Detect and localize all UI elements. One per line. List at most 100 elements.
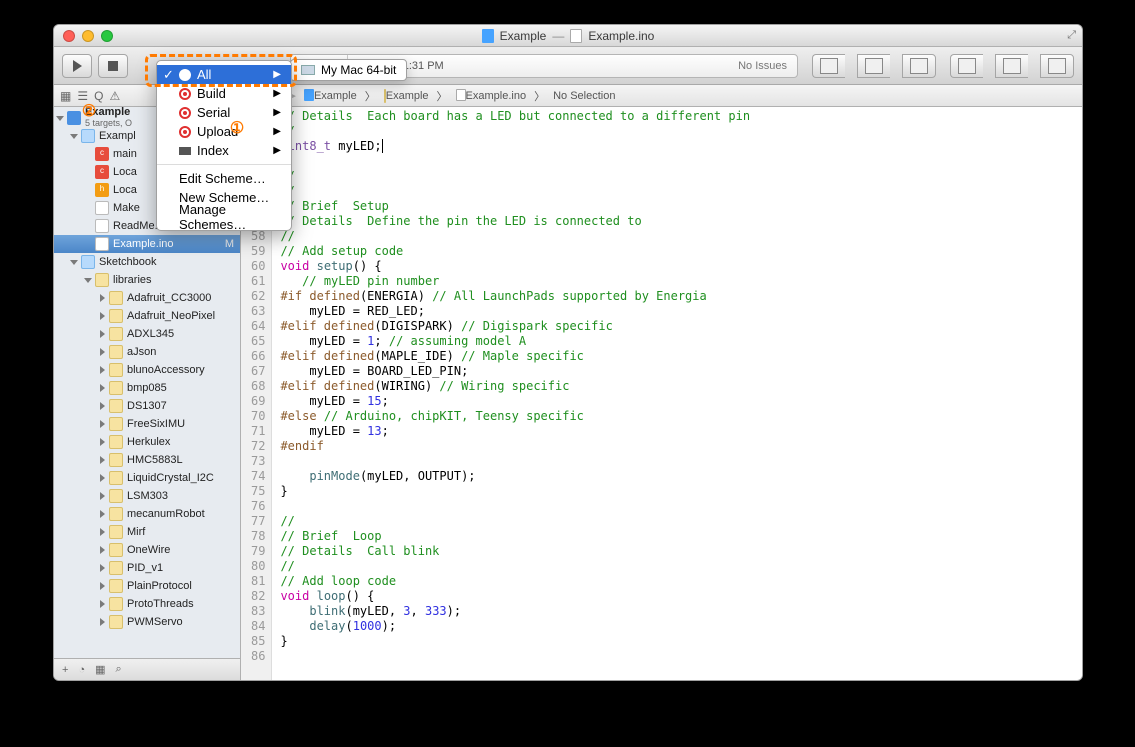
tree-label: Sketchbook: [99, 256, 156, 268]
symbol-navigator-icon[interactable]: ☰: [77, 89, 88, 103]
disclosure-icon[interactable]: [100, 564, 105, 572]
tree-row[interactable]: FreeSixIMU: [54, 415, 240, 433]
editor-area: ◀ ▶ Example 〉 Example 〉 Example.ino 〉 No…: [241, 85, 1082, 680]
tree-row[interactable]: PlainProtocol: [54, 577, 240, 595]
file-icon: [109, 525, 123, 539]
scheme-menu[interactable]: ✓All▶Build▶Serial▶Upload▶Index▶ Edit Sche…: [156, 60, 292, 231]
window: Example — Example.ino ⤢ ceeded Today at …: [53, 24, 1083, 681]
tree-row[interactable]: PID_v1: [54, 559, 240, 577]
destination-popover[interactable]: My Mac 64-bit: [290, 59, 407, 81]
disclosure-icon[interactable]: [100, 456, 105, 464]
disclosure-icon[interactable]: [100, 312, 105, 320]
scm-status: M: [225, 238, 234, 250]
tree-row[interactable]: bmp085: [54, 379, 240, 397]
disclosure-icon[interactable]: [100, 294, 105, 302]
tree-row[interactable]: LiquidCrystal_I2C: [54, 469, 240, 487]
menu-item-upload[interactable]: Upload▶: [157, 122, 291, 141]
crumb-selection[interactable]: No Selection: [553, 90, 615, 102]
close-icon[interactable]: [63, 30, 75, 42]
disclosure-icon[interactable]: [100, 510, 105, 518]
menu-item-edit-scheme-[interactable]: Edit Scheme…: [157, 169, 291, 188]
tree-label: aJson: [127, 346, 156, 358]
tree-label: Adafruit_NeoPixel: [127, 310, 215, 322]
tree-label: LSM303: [127, 490, 168, 502]
version-editor-button[interactable]: [902, 54, 936, 78]
project-navigator-icon[interactable]: ▦: [60, 89, 71, 103]
disclosure-icon[interactable]: [70, 134, 78, 139]
tree-row[interactable]: blunoAccessory: [54, 361, 240, 379]
tree-row[interactable]: DS1307: [54, 397, 240, 415]
file-icon: [109, 399, 123, 413]
file-icon: [95, 237, 109, 251]
right-panel-button[interactable]: [1040, 54, 1074, 78]
add-icon[interactable]: +: [62, 664, 68, 676]
disclosure-icon[interactable]: [100, 420, 105, 428]
disclosure-icon[interactable]: [100, 438, 105, 446]
tree-row[interactable]: mecanumRobot: [54, 505, 240, 523]
disclosure-icon[interactable]: [100, 492, 105, 500]
tree-row[interactable]: ProtoThreads: [54, 595, 240, 613]
tree-row[interactable]: PWMServo: [54, 613, 240, 631]
disclosure-icon[interactable]: [100, 582, 105, 590]
tree-row[interactable]: Example.inoM: [54, 235, 240, 253]
crumb-group[interactable]: Example: [386, 90, 429, 102]
project-icon: [67, 111, 81, 125]
disclosure-icon[interactable]: [100, 402, 105, 410]
tree-row[interactable]: HMC5883L: [54, 451, 240, 469]
file-icon: [109, 471, 123, 485]
menu-item-build[interactable]: Build▶: [157, 84, 291, 103]
disclosure-icon[interactable]: [100, 474, 105, 482]
issue-navigator-icon[interactable]: ⚠: [109, 89, 120, 103]
filter-icon[interactable]: ▦: [95, 663, 105, 676]
tree-label: Mirf: [127, 526, 145, 538]
menu-item-manage-schemes-[interactable]: Manage Schemes…: [157, 207, 291, 226]
fullscreen-icon[interactable]: ⤢: [1067, 29, 1076, 42]
bottom-panel-button[interactable]: [995, 54, 1028, 78]
tree-row[interactable]: Mirf: [54, 523, 240, 541]
standard-editor-button[interactable]: [812, 54, 845, 78]
disclosure-icon[interactable]: [100, 330, 105, 338]
menu-item-index[interactable]: Index▶: [157, 141, 291, 160]
tree-row[interactable]: Sketchbook: [54, 253, 240, 271]
source-editor[interactable]: 5051525354555657585960616263646566676869…: [241, 107, 1082, 680]
tree-row[interactable]: libraries: [54, 271, 240, 289]
disclosure-icon[interactable]: [100, 546, 105, 554]
menu-item-all[interactable]: ✓All▶: [157, 65, 291, 84]
code-content[interactable]: // Details Each board has a LED but conn…: [272, 107, 750, 680]
tree-row[interactable]: ADXL345: [54, 325, 240, 343]
filter-field-icon[interactable]: ⌕: [116, 663, 122, 676]
search-navigator-icon[interactable]: Q: [94, 89, 103, 103]
run-button[interactable]: [62, 54, 92, 78]
disclosure-icon[interactable]: [84, 278, 92, 283]
assistant-editor-button[interactable]: [857, 54, 890, 78]
tree-row[interactable]: aJson: [54, 343, 240, 361]
file-icon: [95, 219, 109, 233]
stop-button[interactable]: [98, 54, 128, 78]
minimize-icon[interactable]: [82, 30, 94, 42]
file-icon: c: [95, 165, 109, 179]
clock-icon[interactable]: ◔: [78, 664, 85, 676]
jump-bar[interactable]: ◀ ▶ Example 〉 Example 〉 Example.ino 〉 No…: [241, 85, 1082, 107]
tree-row[interactable]: OneWire: [54, 541, 240, 559]
crumb-project[interactable]: Example: [314, 90, 357, 102]
disclosure-icon[interactable]: [100, 618, 105, 626]
tree-row[interactable]: LSM303: [54, 487, 240, 505]
menu-item-serial[interactable]: Serial▶: [157, 103, 291, 122]
disclosure-icon[interactable]: [100, 600, 105, 608]
disclosure-icon[interactable]: [100, 366, 105, 374]
disclosure-icon[interactable]: [70, 260, 78, 265]
disclosure-icon[interactable]: [100, 348, 105, 356]
left-panel-button[interactable]: [950, 54, 983, 78]
monitor-icon: [179, 147, 191, 155]
standard-editor-icon: [820, 58, 838, 74]
disclosure-icon[interactable]: [100, 528, 105, 536]
tree-row[interactable]: Herkulex: [54, 433, 240, 451]
zoom-icon[interactable]: [101, 30, 113, 42]
file-icon: [109, 381, 123, 395]
tree-row[interactable]: Adafruit_CC3000: [54, 289, 240, 307]
tree-label: mecanumRobot: [127, 508, 205, 520]
tree-label: main: [113, 148, 137, 160]
tree-row[interactable]: Adafruit_NeoPixel: [54, 307, 240, 325]
disclosure-icon[interactable]: [100, 384, 105, 392]
crumb-file[interactable]: Example.ino: [466, 90, 527, 102]
